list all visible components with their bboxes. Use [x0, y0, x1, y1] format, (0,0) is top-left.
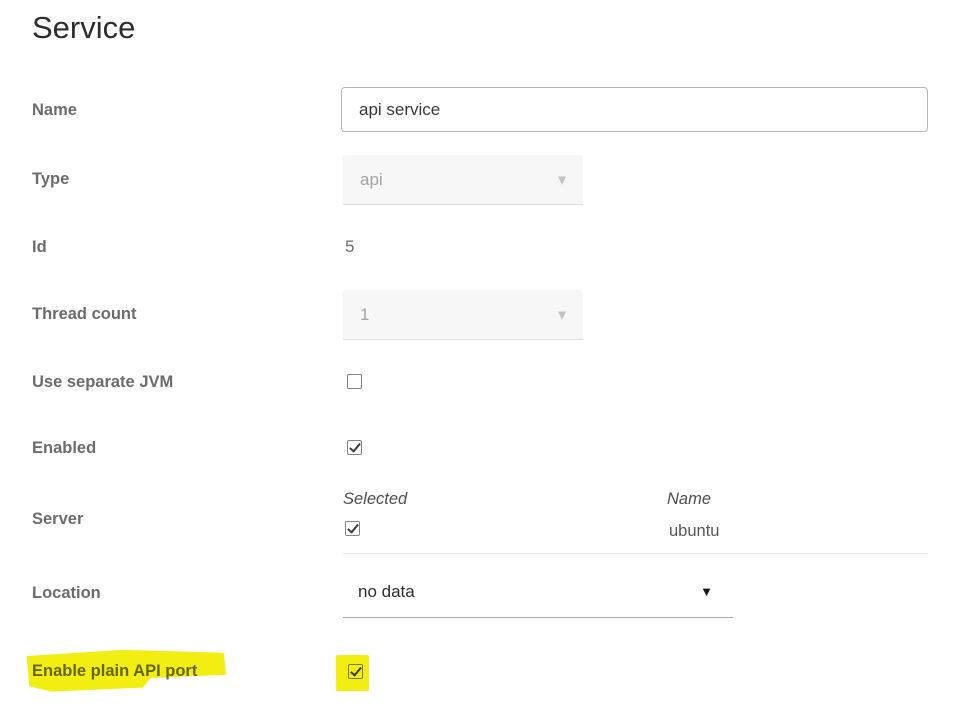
- name-input[interactable]: [341, 87, 928, 132]
- location-label: Location: [32, 584, 101, 603]
- server-name-cell: ubuntu: [669, 522, 926, 541]
- server-selected-checkbox[interactable]: [345, 521, 360, 536]
- enable-plain-api-port-label: Enable plain API port: [32, 662, 197, 681]
- id-label: Id: [32, 238, 47, 257]
- table-row: ubuntu: [343, 519, 928, 554]
- enable-plain-api-port-checkbox[interactable]: [348, 664, 363, 679]
- page-title: Service: [32, 10, 135, 46]
- server-table-header: Selected Name: [343, 490, 928, 509]
- name-label: Name: [32, 101, 77, 120]
- dropdown-arrow-icon: ▼: [555, 172, 569, 186]
- server-table: Selected Name ubuntu: [343, 490, 928, 554]
- enabled-checkbox[interactable]: [347, 440, 362, 455]
- use-separate-jvm-checkbox[interactable]: [347, 374, 362, 389]
- type-select-value: api: [360, 170, 383, 190]
- dropdown-arrow-icon: ▼: [555, 307, 569, 321]
- type-select: api ▼: [343, 155, 583, 205]
- thread-count-select-value: 1: [360, 305, 369, 325]
- enabled-label: Enabled: [32, 439, 96, 458]
- type-label: Type: [32, 170, 69, 189]
- thread-count-select: 1 ▼: [343, 290, 583, 340]
- id-value: 5: [345, 237, 354, 257]
- location-select[interactable]: no data ▼: [343, 566, 733, 618]
- server-label: Server: [32, 510, 83, 529]
- use-separate-jvm-label: Use separate JVM: [32, 373, 173, 392]
- thread-count-label: Thread count: [32, 305, 137, 324]
- location-select-value: no data: [358, 582, 415, 602]
- server-selected-column-header: Selected: [343, 490, 667, 509]
- dropdown-arrow-icon: ▼: [700, 585, 713, 598]
- server-name-column-header: Name: [667, 490, 928, 509]
